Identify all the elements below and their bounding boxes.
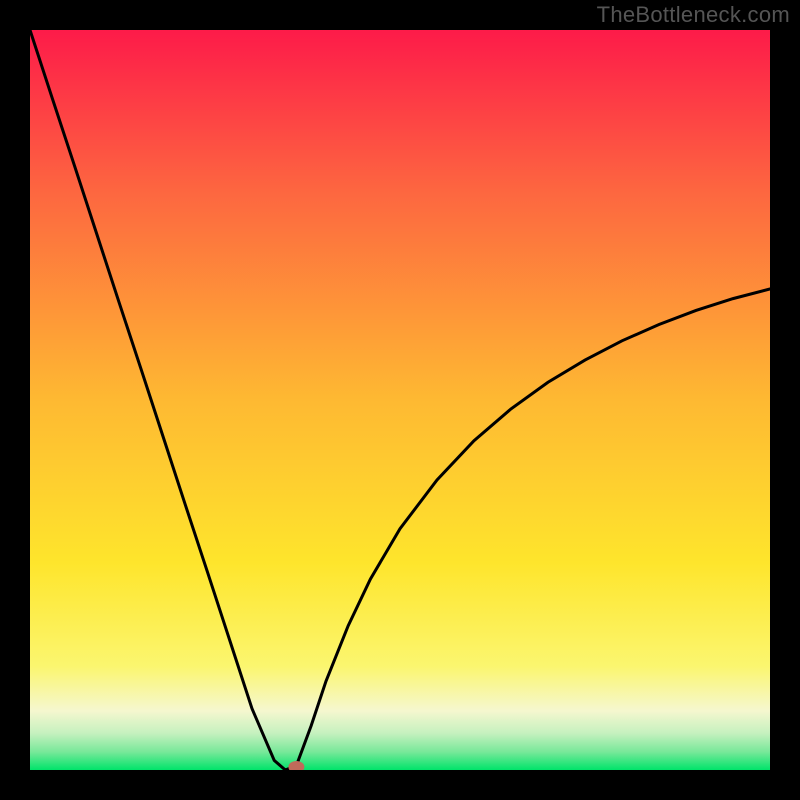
gradient-background	[30, 30, 770, 770]
watermark-text: TheBottleneck.com	[597, 2, 790, 28]
chart-svg	[30, 30, 770, 770]
chart-frame: TheBottleneck.com	[0, 0, 800, 800]
plot-area	[30, 30, 770, 770]
